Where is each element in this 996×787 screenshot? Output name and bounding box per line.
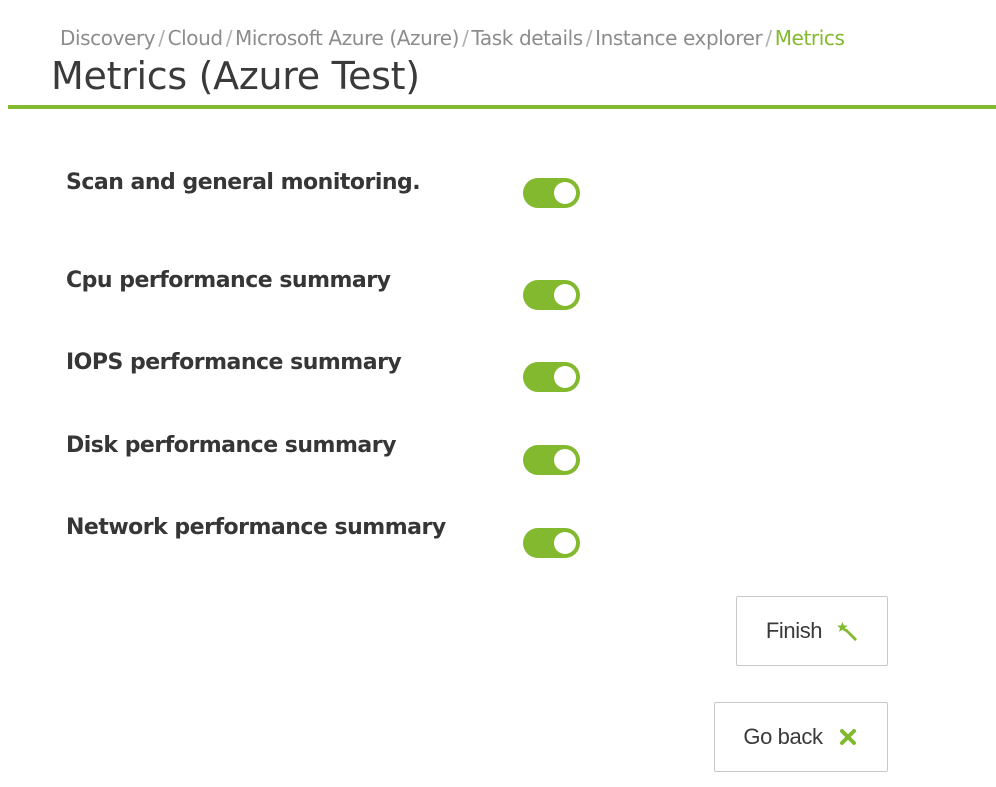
metric-label: Disk performance summary <box>66 433 396 458</box>
breadcrumb: Discovery / Cloud / Microsoft Azure (Azure) /… <box>60 26 845 50</box>
breadcrumb-separator: / <box>585 26 593 50</box>
magic-wand-icon <box>836 620 858 642</box>
metric-label: IOPS performance summary <box>66 350 402 375</box>
metric-row-scan-general: Scan and general monitoring. <box>66 170 626 210</box>
metric-row-network: Network performance summary <box>66 515 626 558</box>
breadcrumb-cloud[interactable]: Cloud <box>168 26 224 50</box>
cpu-performance-toggle[interactable] <box>523 280 580 310</box>
metric-row-iops: IOPS performance summary <box>66 350 626 392</box>
breadcrumb-separator: / <box>765 26 772 50</box>
go-back-button-label: Go back <box>743 724 823 749</box>
metric-label: Network performance summary <box>66 515 446 540</box>
iops-performance-toggle[interactable] <box>523 362 580 392</box>
page-title: Metrics (Azure Test) <box>51 54 420 98</box>
scan-general-monitoring-toggle[interactable] <box>523 178 580 208</box>
metric-row-disk: Disk performance summary <box>66 433 626 475</box>
toggle-knob <box>554 532 576 554</box>
finish-button-label: Finish <box>765 618 823 643</box>
breadcrumb-separator: / <box>462 26 469 50</box>
header-divider <box>8 105 996 109</box>
metric-label: Scan and general monitoring. <box>66 170 421 195</box>
toggle-knob <box>554 366 576 388</box>
toggle-knob <box>554 182 576 204</box>
metric-row-cpu: Cpu performance summary <box>66 268 626 310</box>
network-performance-toggle[interactable] <box>523 528 580 558</box>
toggle-knob <box>554 449 576 471</box>
page-header: Discovery / Cloud / Microsoft Azure (Azure) /… <box>0 0 996 110</box>
breadcrumb-microsoft-azure[interactable]: Microsoft Azure (Azure) <box>235 26 459 50</box>
breadcrumb-discovery[interactable]: Discovery <box>60 26 156 50</box>
breadcrumb-task-details[interactable]: Task details <box>471 26 583 50</box>
breadcrumb-separator: / <box>158 26 165 50</box>
disk-performance-toggle[interactable] <box>523 445 580 475</box>
metric-label: Cpu performance summary <box>66 268 391 293</box>
breadcrumb-metrics: Metrics <box>774 26 845 50</box>
breadcrumb-instance-explorer[interactable]: Instance explorer <box>595 26 763 50</box>
close-x-icon <box>837 726 859 748</box>
toggle-knob <box>554 284 576 306</box>
go-back-button[interactable]: Go back <box>714 702 888 772</box>
breadcrumb-separator: / <box>225 26 233 50</box>
finish-button[interactable]: Finish <box>736 596 888 666</box>
